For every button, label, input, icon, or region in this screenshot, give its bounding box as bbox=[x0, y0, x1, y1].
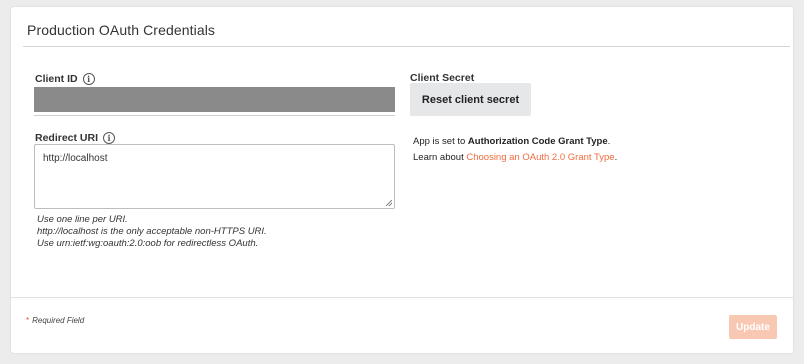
info-icon[interactable]: i bbox=[82, 73, 95, 85]
grant-type-suffix: . bbox=[607, 136, 611, 147]
footer-divider bbox=[11, 297, 793, 298]
card-title: Production OAuth Credentials bbox=[27, 22, 216, 38]
grant-type-learn-text: Learn about Choosing an OAuth 2.0 Grant … bbox=[413, 152, 617, 163]
resize-grip-icon[interactable] bbox=[386, 200, 392, 206]
required-star: * bbox=[26, 316, 30, 325]
grant-type-text: App is set to Authorization Code Grant T… bbox=[413, 136, 610, 147]
redirect-uri-value: http://localhost bbox=[43, 153, 108, 164]
info-icon[interactable]: i bbox=[103, 132, 116, 144]
redirect-uri-label-group: Redirect URI i bbox=[35, 132, 116, 144]
reset-client-secret-button[interactable]: Reset client secret bbox=[410, 83, 531, 116]
redirect-uri-label: Redirect URI bbox=[35, 132, 99, 144]
client-id-underline bbox=[34, 115, 395, 116]
learn-suffix: . bbox=[614, 152, 618, 163]
client-id-label: Client ID bbox=[35, 73, 78, 85]
learn-prefix: Learn about bbox=[413, 152, 467, 163]
choosing-grant-type-link[interactable]: Choosing an OAuth 2.0 Grant Type bbox=[466, 152, 614, 163]
redirect-hint-oob: Use urn:ietf:wg:oauth:2.0:oob for redire… bbox=[37, 238, 259, 249]
required-field-note: * Required Field bbox=[26, 316, 84, 325]
title-divider bbox=[23, 46, 790, 47]
client-id-field-redacted bbox=[34, 87, 395, 112]
redirect-uri-textarea[interactable]: http://localhost bbox=[34, 144, 395, 209]
grant-type-value: Authorization Code Grant Type bbox=[467, 136, 608, 147]
update-button[interactable]: Update bbox=[729, 315, 777, 339]
grant-type-prefix: App is set to bbox=[413, 136, 468, 147]
required-field-text: Required Field bbox=[32, 316, 85, 325]
redirect-hint-localhost: http://localhost is the only acceptable … bbox=[37, 226, 267, 237]
oauth-credentials-card: Production OAuth Credentials Client ID i… bbox=[11, 7, 793, 353]
client-id-label-group: Client ID i bbox=[35, 73, 95, 85]
redirect-hint-one-line: Use one line per URI. bbox=[37, 214, 128, 225]
